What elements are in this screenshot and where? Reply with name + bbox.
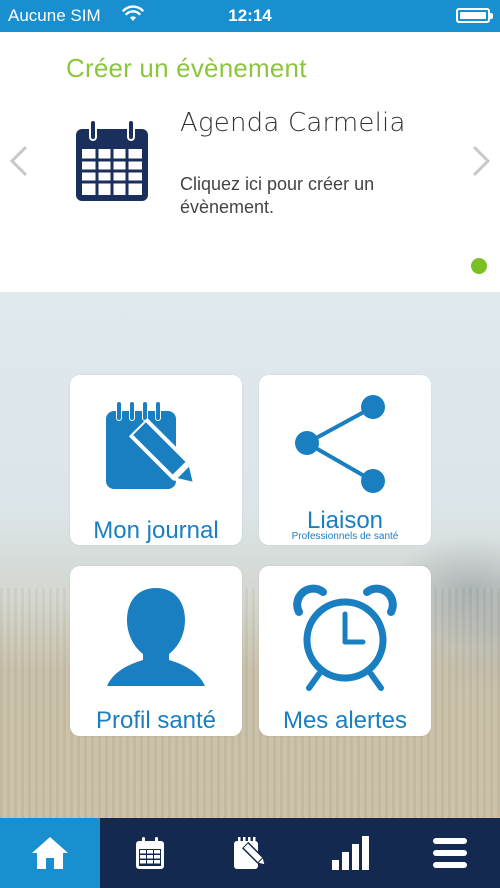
carousel-heading: Créer un évènement <box>66 53 307 83</box>
tile-mes-alertes[interactable]: Mes alertes <box>259 566 431 736</box>
battery-icon <box>456 8 493 23</box>
event-title[interactable]: Agenda Carmelia <box>180 108 406 138</box>
calendar-icon[interactable] <box>74 119 150 210</box>
status-bar: Aucune SIM 12:14 <box>0 0 500 32</box>
person-silhouette-icon <box>107 588 205 686</box>
chevron-left-icon[interactable] <box>9 145 29 182</box>
tile-sublabel: Professionnels de santé <box>291 531 399 542</box>
tab-bar <box>0 818 500 888</box>
tile-mon-journal[interactable]: Mon journal <box>70 375 242 545</box>
tab-menu[interactable] <box>400 818 500 888</box>
event-description[interactable]: Cliquez ici pour créer un évènement. <box>180 173 420 219</box>
tab-calendar[interactable] <box>100 818 200 888</box>
tile-label: Profil santé <box>95 707 217 734</box>
notepad-pencil-icon <box>106 401 197 489</box>
share-icon <box>295 395 385 493</box>
tab-statistics[interactable] <box>300 818 400 888</box>
tile-liaison[interactable]: Liaison Professionnels de santé <box>259 375 431 545</box>
menu-icon <box>433 838 467 868</box>
home-icon <box>32 837 68 869</box>
tile-profil-sante[interactable]: Profil santé <box>70 566 242 736</box>
bar-chart-icon <box>332 836 369 870</box>
tab-journal[interactable] <box>200 818 300 888</box>
tile-label: Mes alertes <box>282 707 408 734</box>
page-indicator-dot <box>471 258 487 274</box>
chevron-right-icon[interactable] <box>471 145 491 182</box>
journal-edit-icon <box>234 837 265 869</box>
tile-label: Mon journal <box>93 517 219 544</box>
tab-home[interactable] <box>0 818 100 888</box>
alarm-clock-icon <box>293 584 397 691</box>
background-landscape <box>0 292 500 818</box>
create-event-carousel[interactable]: Créer un évènement Agenda Carmelia Cliqu… <box>0 32 500 292</box>
calendar-icon <box>136 837 164 869</box>
clock: 12:14 <box>228 6 272 25</box>
